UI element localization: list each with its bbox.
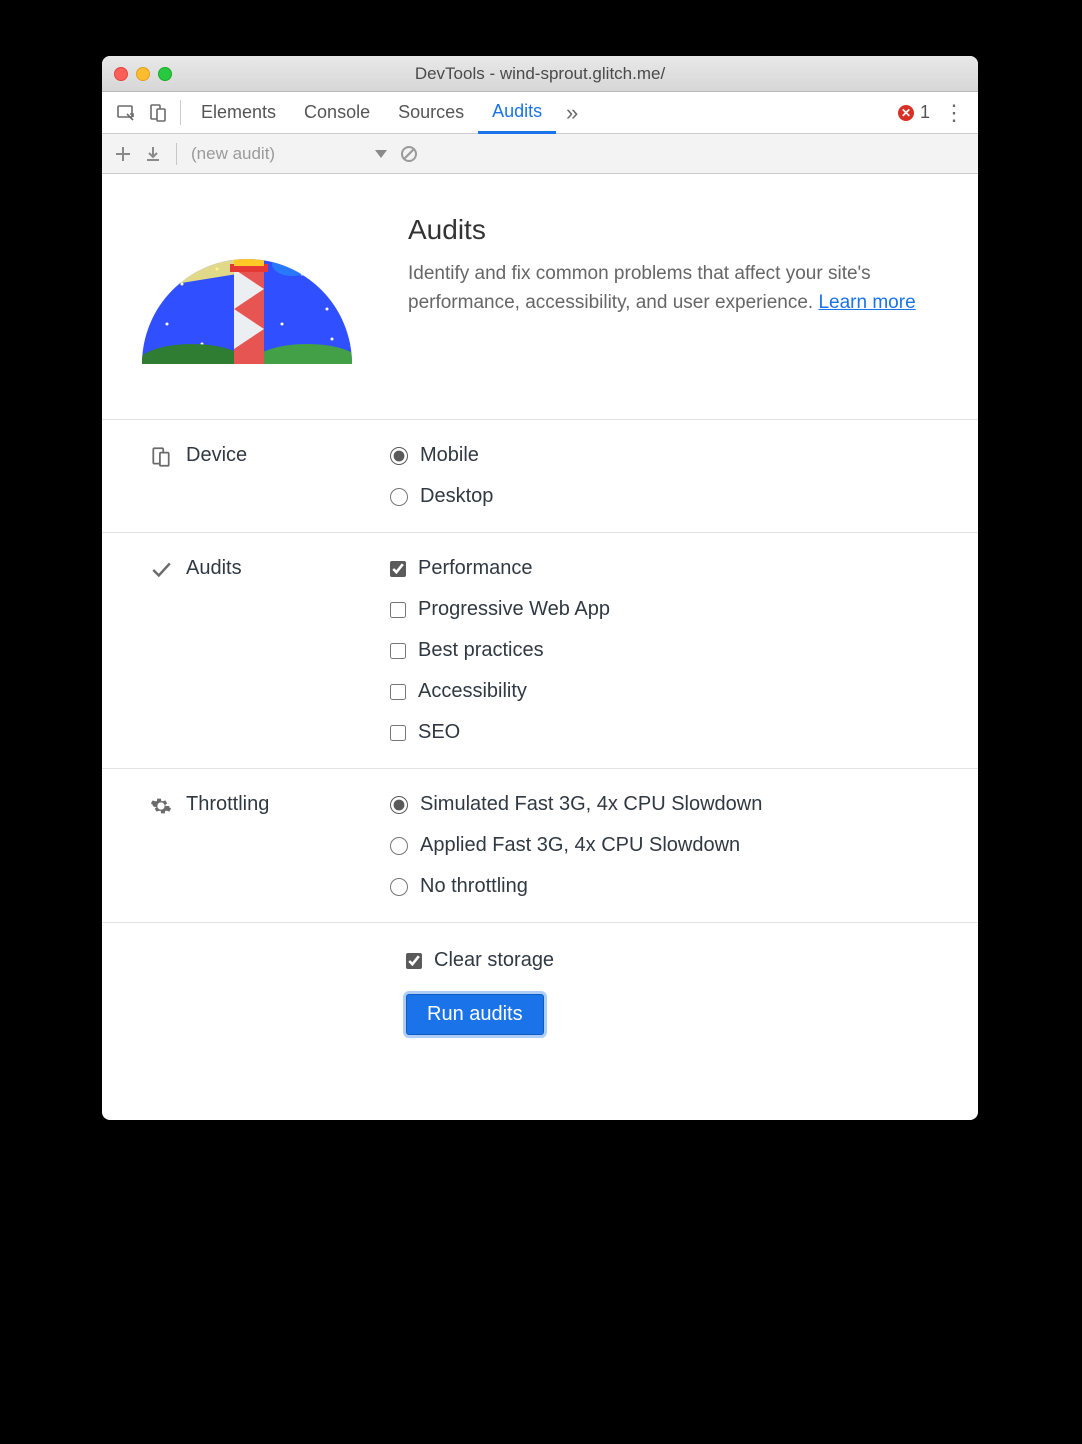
tab-sources[interactable]: Sources (384, 92, 478, 133)
audit-category-checkbox[interactable] (390, 684, 406, 700)
error-count: 1 (920, 102, 930, 123)
error-icon: ✕ (898, 105, 914, 121)
new-audit-icon[interactable] (114, 145, 132, 163)
clear-icon[interactable] (399, 144, 419, 164)
clear-storage-checkbox[interactable] (406, 953, 422, 969)
tab-console[interactable]: Console (290, 92, 384, 133)
window-title: DevTools - wind-sprout.glitch.me/ (102, 64, 978, 84)
audit-category-option[interactable]: SEO (390, 721, 610, 744)
device-icon (150, 446, 172, 468)
section-label: Audits (186, 557, 242, 580)
intro-text: Audits Identify and fix common problems … (408, 214, 946, 389)
clear-storage-option[interactable]: Clear storage (406, 949, 946, 972)
audit-category-option[interactable]: Performance (390, 557, 610, 580)
device-radio[interactable] (390, 447, 408, 465)
throttling-option[interactable]: Applied Fast 3G, 4x CPU Slowdown (390, 834, 762, 857)
audits-panel: Audits Identify and fix common problems … (102, 174, 978, 1120)
audits-toolbar: (new audit) (102, 134, 978, 174)
download-icon[interactable] (144, 145, 162, 163)
audits-section: Audits Performance Progressive Web App Bes… (102, 532, 978, 768)
run-section: Clear storage Run audits (102, 922, 978, 1075)
check-icon (150, 559, 172, 581)
device-option[interactable]: Desktop (390, 485, 493, 508)
audit-category-checkbox[interactable] (390, 725, 406, 741)
audit-category-label: SEO (418, 721, 460, 744)
throttling-radio[interactable] (390, 878, 408, 896)
traffic-lights (102, 67, 172, 81)
audit-category-checkbox[interactable] (390, 602, 406, 618)
audit-category-checkbox[interactable] (390, 643, 406, 659)
throttling-radio[interactable] (390, 837, 408, 855)
more-tabs-icon[interactable]: » (556, 92, 588, 133)
audit-category-label: Performance (418, 557, 533, 580)
error-indicator[interactable]: ✕ 1 (890, 92, 938, 133)
devtools-tabstrip: Elements Console Sources Audits » ✕ 1 ⋮ (102, 92, 978, 134)
gear-icon (150, 795, 172, 817)
audit-category-checkbox[interactable] (390, 561, 406, 577)
learn-more-link[interactable]: Learn more (818, 292, 915, 313)
tab-label: Sources (398, 102, 464, 123)
audit-selector[interactable]: (new audit) (191, 144, 387, 164)
audit-category-label: Progressive Web App (418, 598, 610, 621)
audit-category-label: Accessibility (418, 680, 527, 703)
kebab-menu-icon[interactable]: ⋮ (938, 92, 970, 133)
audit-category-option[interactable]: Progressive Web App (390, 598, 610, 621)
tab-label: Console (304, 102, 370, 123)
audit-category-option[interactable]: Best practices (390, 639, 610, 662)
chevron-down-icon (375, 150, 387, 158)
titlebar: DevTools - wind-sprout.glitch.me/ (102, 56, 978, 92)
inspect-element-icon[interactable] (110, 92, 142, 133)
device-radio[interactable] (390, 488, 408, 506)
throttling-option[interactable]: No throttling (390, 875, 762, 898)
clear-storage-label: Clear storage (434, 949, 554, 972)
intro-section: Audits Identify and fix common problems … (102, 174, 978, 419)
maximize-window-button[interactable] (158, 67, 172, 81)
device-label: Mobile (420, 444, 479, 467)
intro-description: Identify and fix common problems that af… (408, 260, 946, 317)
tab-label: Audits (492, 101, 542, 122)
devtools-window: DevTools - wind-sprout.glitch.me/ Elemen… (102, 56, 978, 1120)
device-label: Desktop (420, 485, 493, 508)
throttling-section: Throttling Simulated Fast 3G, 4x CPU Slo… (102, 768, 978, 922)
tab-elements[interactable]: Elements (187, 92, 290, 133)
tab-audits[interactable]: Audits (478, 92, 556, 134)
device-toolbar-icon[interactable] (142, 92, 174, 133)
throttling-radio[interactable] (390, 796, 408, 814)
tab-label: Elements (201, 102, 276, 123)
audit-category-option[interactable]: Accessibility (390, 680, 610, 703)
lighthouse-illustration (122, 214, 372, 389)
device-section: Device Mobile Desktop (102, 419, 978, 532)
page-heading: Audits (408, 214, 946, 246)
throttling-label: No throttling (420, 875, 528, 898)
throttling-option[interactable]: Simulated Fast 3G, 4x CPU Slowdown (390, 793, 762, 816)
audit-category-label: Best practices (418, 639, 544, 662)
audit-selector-label: (new audit) (191, 144, 275, 164)
close-window-button[interactable] (114, 67, 128, 81)
section-label: Throttling (186, 793, 269, 816)
minimize-window-button[interactable] (136, 67, 150, 81)
device-option[interactable]: Mobile (390, 444, 493, 467)
section-label: Device (186, 444, 247, 467)
throttling-label: Simulated Fast 3G, 4x CPU Slowdown (420, 793, 762, 816)
throttling-label: Applied Fast 3G, 4x CPU Slowdown (420, 834, 740, 857)
run-audits-button[interactable]: Run audits (406, 994, 544, 1035)
